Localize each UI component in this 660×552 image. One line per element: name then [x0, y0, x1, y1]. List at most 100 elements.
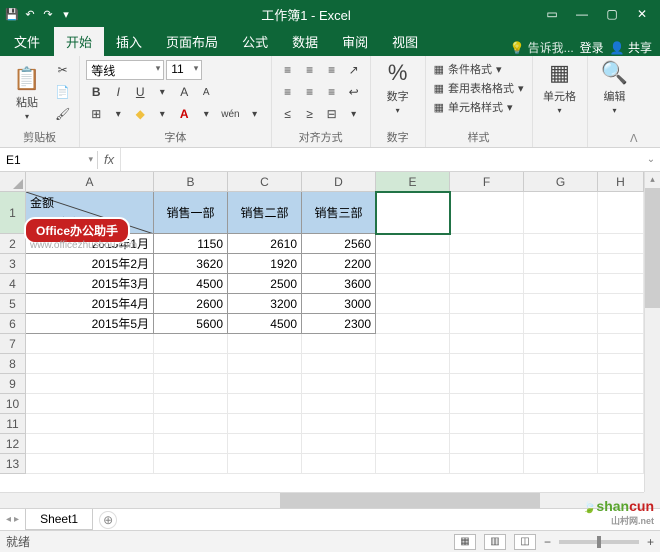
normal-view-button[interactable]: ▦ — [454, 534, 476, 550]
col-header-e[interactable]: E — [376, 172, 450, 192]
cell-a6[interactable]: 2015年5月 — [26, 314, 154, 334]
horizontal-scrollbar[interactable] — [0, 492, 644, 508]
redo-icon[interactable]: ↷ — [40, 6, 56, 22]
cell-a3[interactable]: 2015年2月 — [26, 254, 154, 274]
cell-b5[interactable]: 2600 — [154, 294, 228, 314]
conditional-formatting-button[interactable]: ▦条件格式 ▾ — [432, 60, 526, 78]
row-header-12[interactable]: 12 — [0, 434, 26, 454]
cell-b6[interactable]: 5600 — [154, 314, 228, 334]
add-sheet-button[interactable]: ⊕ — [99, 511, 117, 529]
collapse-ribbon-icon[interactable]: ᐱ — [630, 132, 638, 145]
cell-c3[interactable]: 1920 — [228, 254, 302, 274]
tell-me[interactable]: 💡告诉我... — [510, 39, 574, 56]
zoom-in-button[interactable]: + — [647, 535, 654, 549]
sheet-nav-prev-icon[interactable]: ◂ — [6, 514, 11, 525]
format-painter-button[interactable]: 🖌 — [52, 104, 73, 124]
paste-button[interactable]: 📋粘贴▾ — [6, 60, 48, 127]
cell-styles-button[interactable]: ▦单元格样式 ▾ — [432, 98, 526, 116]
page-break-view-button[interactable]: ◫ — [514, 534, 536, 550]
tab-view[interactable]: 视图 — [380, 27, 430, 56]
row-header-10[interactable]: 10 — [0, 394, 26, 414]
tab-formulas[interactable]: 公式 — [230, 27, 280, 56]
close-button[interactable]: ✕ — [628, 4, 656, 24]
formula-input[interactable] — [120, 148, 642, 171]
row-header-9[interactable]: 9 — [0, 374, 26, 394]
cell-b3[interactable]: 3620 — [154, 254, 228, 274]
font-size-combo[interactable]: 11 — [166, 60, 202, 80]
cell-b4[interactable]: 4500 — [154, 274, 228, 294]
tab-data[interactable]: 数据 — [280, 27, 330, 56]
cell-g1[interactable] — [524, 192, 598, 234]
font-color-button[interactable]: A — [174, 104, 194, 124]
align-center-button[interactable]: ≡ — [300, 82, 320, 102]
signin-link[interactable]: 登录 — [580, 39, 604, 56]
row-header-5[interactable]: 5 — [0, 294, 26, 314]
cell-e1[interactable] — [376, 192, 450, 234]
minimize-button[interactable]: — — [568, 4, 596, 24]
undo-icon[interactable]: ↶ — [22, 6, 38, 22]
select-all-corner[interactable] — [0, 172, 26, 192]
cell-c4[interactable]: 2500 — [228, 274, 302, 294]
zoom-out-button[interactable]: − — [544, 535, 551, 549]
cell-a5[interactable]: 2015年4月 — [26, 294, 154, 314]
editing-button[interactable]: 🔍编辑▾ — [594, 60, 636, 115]
orientation-button[interactable]: ↗ — [344, 60, 364, 80]
cell-c1[interactable]: 销售二部 — [228, 192, 302, 234]
col-header-a[interactable]: A — [26, 172, 154, 192]
col-header-g[interactable]: G — [524, 172, 598, 192]
tab-file[interactable]: 文件 — [0, 27, 54, 56]
row-header-7[interactable]: 7 — [0, 334, 26, 354]
tab-pagelayout[interactable]: 页面布局 — [154, 27, 230, 56]
col-header-b[interactable]: B — [154, 172, 228, 192]
format-as-table-button[interactable]: ▦套用表格格式 ▾ — [432, 79, 526, 97]
restore-button[interactable]: ▢ — [598, 4, 626, 24]
row-header-6[interactable]: 6 — [0, 314, 26, 334]
cell-d3[interactable]: 2200 — [302, 254, 376, 274]
col-header-d[interactable]: D — [302, 172, 376, 192]
expand-formula-bar-icon[interactable]: ⌄ — [642, 154, 660, 165]
cell-d6[interactable]: 2300 — [302, 314, 376, 334]
border-button[interactable]: ⊞ — [86, 104, 106, 124]
decrease-indent-button[interactable]: ≤ — [278, 104, 298, 124]
copy-button[interactable]: 📄 — [52, 82, 73, 102]
increase-indent-button[interactable]: ≥ — [300, 104, 320, 124]
tab-home[interactable]: 开始 — [54, 27, 104, 56]
zoom-slider[interactable] — [559, 540, 639, 544]
cells-button[interactable]: ▦单元格▾ — [539, 60, 581, 115]
page-layout-view-button[interactable]: ▥ — [484, 534, 506, 550]
cell-c6[interactable]: 4500 — [228, 314, 302, 334]
row-header-1[interactable]: 1 — [0, 192, 26, 234]
cell-d5[interactable]: 3000 — [302, 294, 376, 314]
sheet-tab-sheet1[interactable]: Sheet1 — [25, 509, 93, 530]
sheet-nav-next-icon[interactable]: ▸ — [14, 514, 19, 525]
italic-button[interactable]: I — [108, 82, 128, 102]
share-button[interactable]: 👤 共享 — [610, 39, 652, 56]
qat-customize-icon[interactable]: ▾ — [58, 6, 74, 22]
vertical-scrollbar[interactable]: ▴ — [644, 172, 660, 492]
row-header-11[interactable]: 11 — [0, 414, 26, 434]
align-left-button[interactable]: ≡ — [278, 82, 298, 102]
spreadsheet-grid[interactable]: A B C D E F G H 1 2 3 4 5 6 7 8 9 10 11 … — [0, 172, 660, 508]
save-icon[interactable]: 💾 — [4, 6, 20, 22]
fx-icon[interactable]: fx — [104, 152, 114, 167]
cell-c2[interactable]: 2610 — [228, 234, 302, 254]
bold-button[interactable]: B — [86, 82, 106, 102]
align-bottom-button[interactable]: ≡ — [322, 60, 342, 80]
merge-button[interactable]: ⊟ — [322, 104, 342, 124]
font-name-combo[interactable]: 等线 — [86, 60, 164, 80]
cell-h1[interactable] — [598, 192, 644, 234]
align-top-button[interactable]: ≡ — [278, 60, 298, 80]
tab-insert[interactable]: 插入 — [104, 27, 154, 56]
phonetic-button[interactable]: wén — [218, 104, 242, 124]
ribbon-display-options-icon[interactable]: ▭ — [538, 4, 566, 24]
row-header-4[interactable]: 4 — [0, 274, 26, 294]
align-middle-button[interactable]: ≡ — [300, 60, 320, 80]
number-format-button[interactable]: %数字▾ — [377, 60, 419, 115]
shrink-font-button[interactable]: A — [196, 82, 216, 102]
cell-d1[interactable]: 销售三部 — [302, 192, 376, 234]
cell-f1[interactable] — [450, 192, 524, 234]
tab-review[interactable]: 审阅 — [330, 27, 380, 56]
row-header-8[interactable]: 8 — [0, 354, 26, 374]
row-header-3[interactable]: 3 — [0, 254, 26, 274]
name-box[interactable]: E1 — [0, 151, 98, 169]
